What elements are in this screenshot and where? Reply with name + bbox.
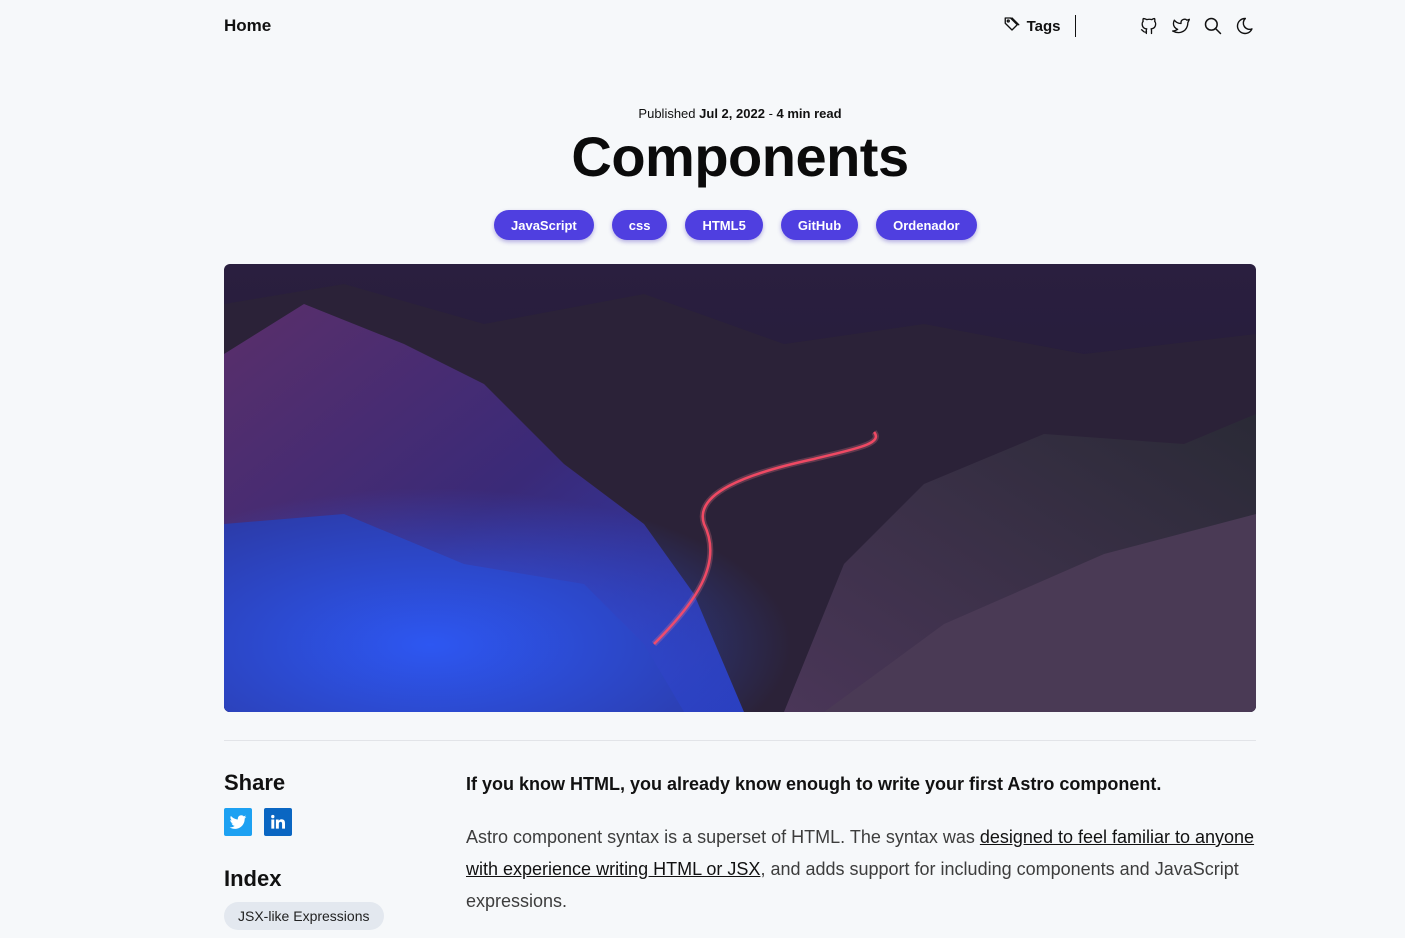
- moon-icon[interactable]: [1234, 15, 1256, 37]
- post-meta: Published Jul 2, 2022 - 4 min read: [0, 106, 1405, 121]
- read-time: 4 min read: [776, 106, 842, 121]
- tags-link[interactable]: Tags: [1003, 15, 1061, 37]
- share-linkedin-button[interactable]: [264, 808, 292, 836]
- share-heading: Share: [224, 770, 286, 795]
- hero-image: [224, 264, 1256, 712]
- search-icon[interactable]: [1202, 15, 1224, 37]
- body-paragraph: Astro component syntax is a superset of …: [466, 821, 1256, 917]
- twitter-icon[interactable]: [1170, 15, 1192, 37]
- twitter-bird-icon: [229, 815, 247, 829]
- tag-chip[interactable]: JavaScript: [494, 210, 594, 240]
- tag-chip[interactable]: HTML5: [685, 210, 763, 240]
- share-twitter-button[interactable]: [224, 808, 252, 836]
- tag-list: JavaScript css HTML5 GitHub Ordenador: [494, 210, 977, 240]
- published-prefix: Published: [638, 106, 696, 121]
- tag-chip[interactable]: GitHub: [780, 210, 859, 240]
- meta-separator: -: [768, 106, 773, 121]
- page-title: Components: [571, 125, 909, 188]
- post-sidebar: Share Index JSX-like Expressions: [224, 770, 424, 930]
- canyon-night-road-photo: [224, 264, 1256, 712]
- top-nav: Home Tags: [224, 10, 1256, 42]
- home-link[interactable]: Home: [224, 16, 271, 36]
- nav-right-group: Tags: [1003, 15, 1256, 37]
- linkedin-icon: [271, 814, 285, 829]
- published-date: Jul 2, 2022: [699, 106, 765, 121]
- lead-paragraph: If you know HTML, you already know enoug…: [466, 774, 1162, 794]
- index-heading: Index: [224, 866, 282, 891]
- para-text-start: Astro component syntax is a superset of …: [466, 827, 980, 847]
- tag-chip[interactable]: Ordenador: [876, 210, 977, 240]
- tag-icon: [1003, 15, 1021, 37]
- section-divider: [224, 740, 1256, 741]
- post-content: If you know HTML, you already know enoug…: [466, 774, 1256, 917]
- tags-label: Tags: [1026, 17, 1061, 35]
- index-item[interactable]: JSX-like Expressions: [224, 902, 384, 930]
- github-icon[interactable]: [1138, 15, 1160, 37]
- share-buttons: [224, 808, 424, 836]
- nav-divider: [1074, 15, 1076, 37]
- tag-chip[interactable]: css: [611, 210, 668, 240]
